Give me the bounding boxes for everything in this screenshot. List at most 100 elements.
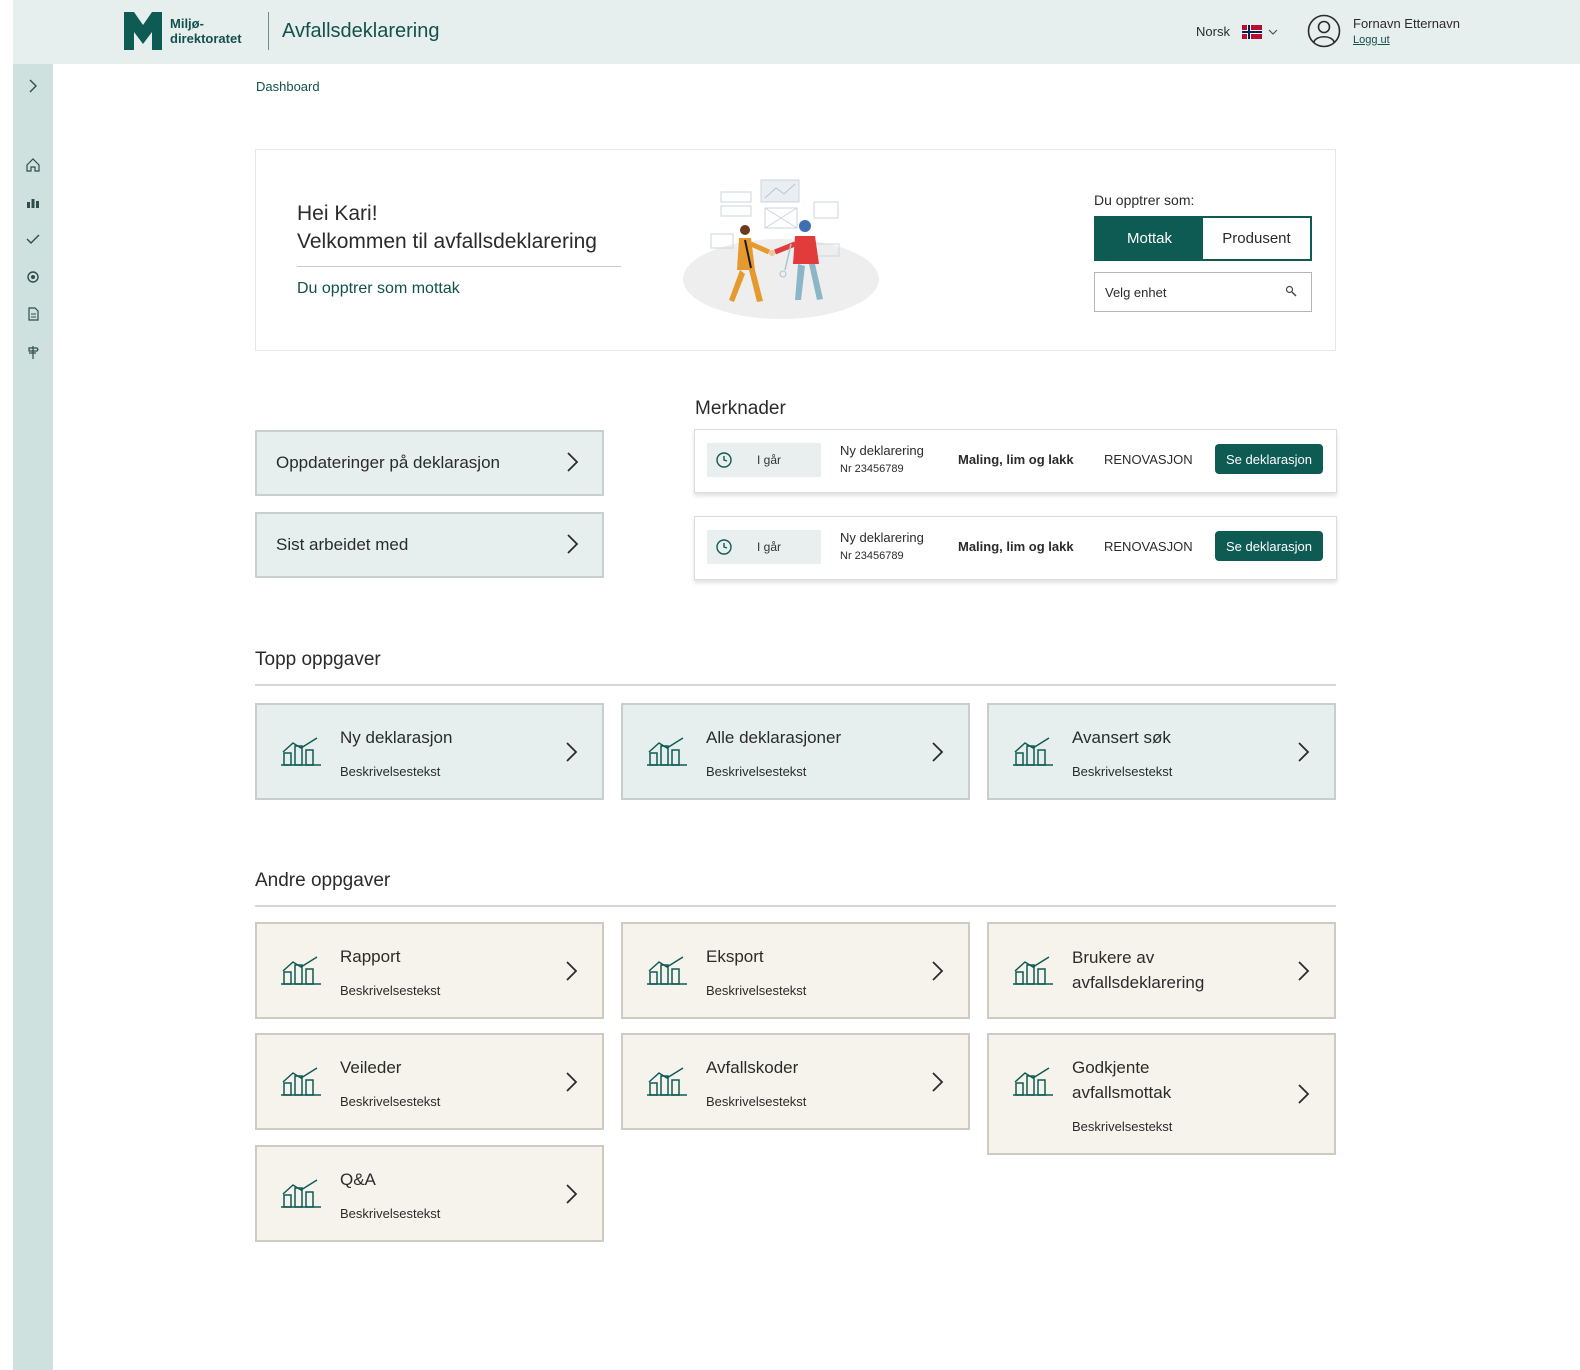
note-type: Ny deklarering	[840, 443, 924, 458]
logo-mark-icon	[124, 12, 162, 50]
chart-icon	[1013, 956, 1053, 985]
chart-icon	[281, 1067, 321, 1096]
note-time-text: I går	[757, 453, 782, 467]
task-title: Brukere av avfallsdeklarering	[1072, 948, 1205, 992]
note-organization: RENOVASJON	[1104, 452, 1193, 467]
app-title[interactable]: Avfallsdeklarering	[282, 20, 440, 43]
chevron-right-icon	[566, 1072, 578, 1092]
task-report[interactable]: Rapport Beskrivelsestekst	[255, 922, 604, 1019]
miljodirektoratet-logo[interactable]: Miljø- direktoratet	[124, 12, 242, 50]
task-title: Rapport	[340, 947, 401, 966]
task-approved-receivers[interactable]: Godkjente avfallsmottak Beskrivelsesteks…	[987, 1033, 1336, 1155]
document-icon[interactable]	[23, 304, 43, 324]
chevron-right-icon	[932, 1072, 944, 1092]
welcome-card: Hei Kari! Velkommen til avfallsdeklareri…	[255, 149, 1336, 351]
chevron-right-icon	[932, 961, 944, 981]
handshake-illustration	[683, 179, 879, 319]
task-description: Beskrivelsestekst	[706, 983, 807, 998]
note-number: Nr 23456789	[840, 550, 904, 562]
task-all-declarations[interactable]: Alle deklarasjoner Beskrivelsestekst	[621, 703, 970, 800]
welcome-text: Velkommen til avfallsdeklarering	[297, 230, 597, 253]
note-time: I går	[707, 443, 821, 477]
task-description: Beskrivelsestekst	[1072, 764, 1173, 779]
task-description: Beskrivelsestekst	[340, 983, 441, 998]
chevron-right-icon	[1298, 742, 1310, 762]
chevron-right-icon	[932, 742, 944, 762]
note-item: I går Ny deklarering Nr 23456789 Maling,…	[694, 516, 1337, 580]
view-declaration-button[interactable]: Se deklarasjon	[1215, 531, 1323, 561]
task-new-declaration[interactable]: Ny deklarasjon Beskrivelsestekst	[255, 703, 604, 800]
chart-icon	[647, 1067, 687, 1096]
language-label: Norsk	[1196, 24, 1230, 39]
task-title: Avansert søk	[1072, 728, 1171, 747]
logo-text: Miljø- direktoratet	[170, 16, 242, 46]
other-tasks-title: Andre oppgaver	[255, 870, 391, 891]
note-category: Maling, lim og lakk	[958, 539, 1074, 554]
search-icon	[1285, 285, 1297, 297]
chart-icon	[1013, 1067, 1053, 1096]
greeting: Hei Kari!	[297, 202, 378, 225]
chevron-right-icon	[1298, 1084, 1310, 1104]
top-tasks-title: Topp oppgaver	[255, 649, 381, 670]
chart-icon[interactable]	[23, 192, 43, 212]
task-title: Avfallskoder	[706, 1058, 799, 1077]
note-organization: RENOVASJON	[1104, 539, 1193, 554]
chart-icon	[281, 956, 321, 985]
task-guide[interactable]: Veileder Beskrivelsestekst	[255, 1033, 604, 1130]
header-divider	[268, 12, 269, 50]
home-icon[interactable]	[23, 155, 43, 175]
task-title: Godkjente avfallsmottak	[1072, 1058, 1172, 1102]
logout-link[interactable]: Logg ut	[1353, 34, 1390, 46]
top-header: Miljø- direktoratet Avfallsdeklarering N…	[13, 0, 1580, 64]
task-description: Beskrivelsestekst	[1072, 1119, 1173, 1134]
note-number: Nr 23456789	[840, 463, 904, 475]
recent-work-card[interactable]: Sist arbeidet med	[255, 512, 604, 578]
task-waste-codes[interactable]: Avfallskoder Beskrivelsestekst	[621, 1033, 970, 1130]
unit-search-placeholder: Velg enhet	[1105, 284, 1167, 300]
gear-icon[interactable]	[23, 267, 43, 287]
breadcrumb[interactable]: Dashboard	[256, 79, 320, 94]
task-title: Q&A	[340, 1170, 376, 1189]
chevron-down-icon	[1268, 29, 1278, 35]
welcome-divider	[297, 266, 621, 267]
language-selector[interactable]: Norsk	[1196, 24, 1278, 39]
chart-icon	[647, 737, 687, 766]
task-title: Veileder	[340, 1058, 402, 1077]
user-name: Fornavn Etternavn	[1353, 16, 1460, 31]
check-icon[interactable]	[23, 229, 43, 249]
updates-card[interactable]: Oppdateringer på deklarasjon	[255, 430, 604, 496]
user-avatar-icon[interactable]	[1307, 14, 1341, 48]
chevron-right-icon	[566, 961, 578, 981]
recent-work-card-label: Sist arbeidet med	[276, 535, 409, 554]
chevron-right-icon[interactable]	[23, 76, 43, 96]
task-qa[interactable]: Q&A Beskrivelsestekst	[255, 1145, 604, 1242]
norway-flag-icon	[1241, 24, 1262, 39]
sidebar	[13, 64, 53, 1370]
note-time-text: I går	[757, 540, 782, 554]
task-advanced-search[interactable]: Avansert søk Beskrivelsestekst	[987, 703, 1336, 800]
chevron-right-icon	[566, 742, 578, 762]
view-declaration-button[interactable]: Se deklarasjon	[1215, 444, 1323, 474]
chevron-right-icon	[1298, 961, 1310, 981]
chart-icon	[281, 737, 321, 766]
chart-icon	[647, 956, 687, 985]
role-produsent-button[interactable]: Produsent	[1203, 218, 1310, 259]
other-tasks-divider	[255, 905, 1336, 907]
role-mottak-button[interactable]: Mottak	[1096, 218, 1203, 259]
unit-search-input[interactable]: Velg enhet	[1094, 272, 1312, 312]
chart-icon	[281, 1179, 321, 1208]
updates-card-label: Oppdateringer på deklarasjon	[276, 453, 500, 472]
merknader-title: Merknader	[695, 398, 786, 419]
top-tasks-divider	[255, 684, 1336, 686]
signpost-icon[interactable]	[23, 342, 43, 362]
task-title: Alle deklarasjoner	[706, 728, 842, 747]
chevron-right-icon	[567, 452, 579, 472]
clock-icon	[716, 539, 732, 555]
task-export[interactable]: Eksport Beskrivelsestekst	[621, 922, 970, 1019]
chart-icon	[1013, 737, 1053, 766]
chevron-right-icon	[566, 1184, 578, 1204]
current-role-text: Du opptrer som mottak	[297, 280, 460, 297]
task-title: Ny deklarasjon	[340, 728, 453, 747]
task-description: Beskrivelsestekst	[706, 764, 807, 779]
task-users[interactable]: Brukere av avfallsdeklarering	[987, 922, 1336, 1019]
